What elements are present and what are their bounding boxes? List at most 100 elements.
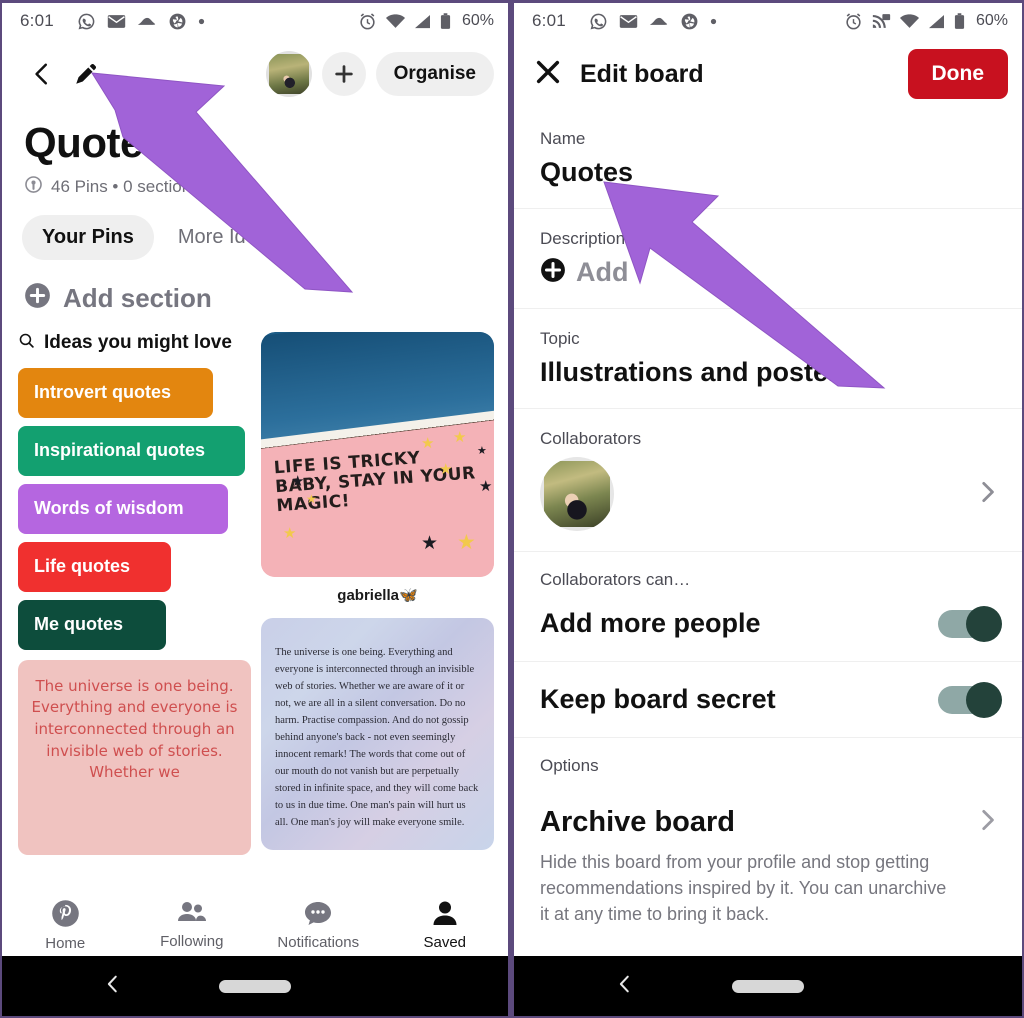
star-icon: ★ — [291, 473, 305, 491]
collaborators-can-label: Collaborators can… — [540, 570, 691, 589]
pins-grid: Ideas you might love Introvert quotes In… — [2, 314, 508, 855]
avatar[interactable] — [265, 51, 312, 97]
battery-icon — [440, 12, 451, 30]
add-collaborator-button[interactable] — [321, 52, 366, 96]
pencil-icon[interactable] — [64, 52, 108, 96]
status-bar-left: 6:01 60% — [2, 3, 508, 39]
screenshot-root: 6:01 60% Organise Quotes 46 Pins • 0 sec… — [0, 0, 1024, 1018]
status-bar-right-icons: 60% — [358, 12, 494, 31]
options-section-label: Options — [540, 756, 599, 775]
field-description-add-label: Add — [576, 257, 629, 287]
collaborator-avatar[interactable] — [540, 457, 614, 531]
pin-caption: gabriella🦋 — [261, 577, 494, 618]
pin-card-mural[interactable]: LIFE IS TRICKY BABY, STAY IN YOUR MAGIC!… — [261, 332, 494, 618]
field-topic-value: Illustrations and posters — [540, 357, 854, 387]
bottom-navigation: Home Following Notifications Saved — [2, 894, 508, 956]
home-pill-icon[interactable] — [732, 979, 804, 993]
status-time: 6:01 — [20, 11, 54, 30]
add-section-button[interactable]: Add section — [2, 260, 508, 314]
done-button[interactable]: Done — [907, 49, 1008, 99]
toggle-row-keep-board-secret[interactable]: Keep board secret — [514, 662, 1022, 738]
archive-board-description: Hide this board from your profile and st… — [540, 852, 947, 925]
field-description[interactable]: Description Add — [514, 209, 1022, 309]
mail-icon — [107, 14, 126, 29]
toggle-knob — [966, 605, 1002, 642]
collaborators-row[interactable] — [540, 457, 1000, 531]
battery-percent: 60% — [461, 12, 494, 29]
toggle-add-more-people-label: Add more people — [540, 608, 761, 638]
field-collaborators[interactable]: Collaborators — [514, 409, 1022, 552]
star-icon: ★ — [479, 478, 493, 496]
status-bar-right: 6:01 60% — [514, 3, 1022, 39]
edit-board-title: Edit board — [580, 59, 704, 88]
toggle-knob — [966, 681, 1002, 718]
alarm-icon — [844, 12, 863, 31]
page-title: Quotes — [24, 119, 166, 166]
field-description-add[interactable]: Add — [540, 257, 1000, 288]
nav-item-home-label: Home — [45, 934, 86, 952]
right-phone-screen: 6:01 60% Edit board Done Name Quotes Des… — [512, 0, 1024, 1018]
star-icon: ★ — [421, 435, 435, 453]
field-name[interactable]: Name Quotes — [514, 109, 1022, 209]
archive-board-row[interactable]: Archive board Hide this board from your … — [514, 784, 1022, 947]
avatar-image — [268, 54, 309, 94]
idea-pill-words-of-wisdom[interactable]: Words of wisdom — [18, 484, 228, 534]
battery-icon — [954, 12, 965, 30]
left-phone-screen: 6:01 60% Organise Quotes 46 Pins • 0 sec… — [0, 0, 510, 1018]
dot-icon — [198, 18, 205, 25]
idea-pill-inspirational-quotes[interactable]: Inspirational quotes — [18, 426, 245, 476]
chevron-right-icon[interactable] — [974, 479, 1000, 510]
android-nav-bar-right — [514, 956, 1022, 1016]
pin-caption-text: gabriella — [337, 587, 399, 605]
status-time: 6:01 — [532, 11, 566, 30]
home-pill-icon[interactable] — [219, 979, 291, 993]
mail-icon — [619, 14, 638, 29]
field-description-label: Description — [540, 229, 626, 248]
camera-icon — [680, 12, 699, 31]
star-icon: ★ — [477, 445, 487, 458]
right-screen-body: 6:01 60% Edit board Done Name Quotes Des… — [514, 3, 1022, 956]
butterfly-icon: 🦋 — [399, 587, 418, 605]
ideas-header: Ideas you might love — [18, 332, 251, 354]
status-bar-left-icons: 6:01 — [532, 11, 844, 31]
dot-icon — [710, 18, 717, 25]
board-meta: 46 Pins • 0 sections — [2, 165, 508, 199]
edit-board-top-bar: Edit board Done — [514, 39, 1022, 109]
tab-your-pins[interactable]: Your Pins — [22, 215, 154, 261]
lock-icon — [24, 175, 43, 199]
cloud-icon — [137, 16, 157, 27]
left-screen-body: 6:01 60% Organise Quotes 46 Pins • 0 sec… — [2, 3, 508, 956]
nav-item-saved[interactable]: Saved — [382, 900, 509, 951]
close-x-icon[interactable] — [534, 58, 562, 91]
organise-button[interactable]: Organise — [375, 52, 494, 96]
pin-card-universe-serif[interactable]: The universe is one being. Everything an… — [261, 618, 494, 851]
idea-pill-life-quotes[interactable]: Life quotes — [18, 541, 171, 592]
nav-item-notifications[interactable]: Notifications — [255, 900, 382, 951]
nav-item-home[interactable]: Home — [2, 899, 129, 952]
idea-pill-me-quotes[interactable]: Me quotes — [18, 599, 166, 650]
status-bar-right-icons: 60% — [844, 12, 1008, 31]
field-name-value: Quotes — [540, 157, 634, 187]
search-icon — [18, 332, 35, 354]
star-icon: ★ — [453, 429, 467, 447]
tab-more-ideas[interactable]: More Ideas — [158, 215, 298, 260]
back-chevron-icon[interactable] — [614, 973, 636, 1000]
whatsapp-icon — [77, 12, 96, 31]
chevron-right-icon[interactable] — [974, 807, 1000, 838]
plus-circle-icon — [24, 282, 51, 314]
collaborator-avatar-image — [544, 461, 610, 527]
back-chevron-icon[interactable] — [20, 52, 64, 96]
toggle-row-add-more-people[interactable]: Add more people — [514, 598, 1022, 662]
idea-pill-introvert-quotes[interactable]: Introvert quotes — [18, 368, 213, 419]
nav-item-following[interactable]: Following — [129, 900, 256, 950]
archive-board-title-row: Archive board — [540, 806, 1000, 839]
pin-card-universe-pink[interactable]: The universe is one being. Everything an… — [18, 659, 251, 855]
star-icon: ★ — [439, 461, 453, 479]
back-chevron-icon[interactable] — [102, 973, 124, 1000]
toggle-add-more-people[interactable] — [938, 605, 1002, 642]
toggle-keep-board-secret[interactable] — [938, 681, 1002, 718]
whatsapp-icon — [589, 12, 608, 31]
cast-icon — [872, 13, 891, 29]
pins-column-left: Ideas you might love Introvert quotes In… — [18, 332, 251, 855]
field-topic[interactable]: Topic Illustrations and posters — [514, 309, 1022, 409]
